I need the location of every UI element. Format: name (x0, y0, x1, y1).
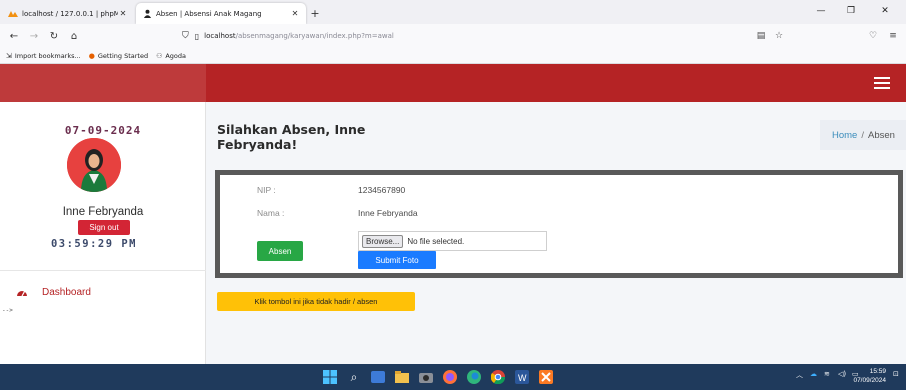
firefox-icon[interactable] (442, 369, 458, 385)
back-icon[interactable]: ← (4, 26, 24, 46)
edge-icon[interactable] (466, 369, 482, 385)
restore-icon[interactable]: ❐ (836, 3, 866, 19)
nama-label: Nama : (257, 208, 285, 218)
current-date: 07-09-2024 (64, 124, 142, 137)
reload-icon[interactable]: ↻ (44, 26, 64, 46)
sidebar: 07-09-2024 Inne Febryanda Sign out 03:59… (0, 102, 206, 364)
url-path: /absenmagang/karyawan/index.php?m=awal (235, 32, 394, 40)
phpmyadmin-icon (8, 9, 18, 19)
search-icon[interactable]: ⌕ (346, 369, 362, 385)
brand-area (0, 64, 206, 102)
taskbar-time: 15:59 (869, 368, 886, 375)
signout-button[interactable]: Sign out (78, 220, 130, 235)
close-icon[interactable]: ✕ (118, 9, 128, 18)
nama-value: Inne Febryanda (358, 208, 418, 218)
attendance-form-card: NIP : 1234567890 Nama : Inne Febryanda A… (215, 170, 903, 278)
new-tab-button[interactable]: + (306, 3, 324, 24)
nip-label: NIP : (257, 185, 276, 195)
app-header (0, 64, 906, 102)
wifi-icon[interactable]: ≋ (824, 370, 830, 378)
bookmark-getting-started[interactable]: ● Getting Started (89, 52, 148, 60)
tab-label: localhost / 127.0.0.1 | phpMyAd (22, 9, 118, 18)
word-icon[interactable]: W (514, 369, 530, 385)
reader-view-icon[interactable]: ▤ (752, 27, 770, 45)
taskbar: ⌕ W ︿ ☁ ≋ ◁) ▭ 15:59 07/09/2024 ⊡ (0, 364, 906, 390)
url-host: localhost (204, 32, 236, 40)
browser-tab-strip: localhost / 127.0.0.1 | phpMyAd ✕ Absen … (0, 0, 906, 24)
user-name: Inne Febryanda (62, 206, 144, 218)
breadcrumb-home[interactable]: Home (832, 130, 857, 141)
browser-navbar: ← → ↻ ⌂ ⛉ ▯ localhost/absenmagang/karyaw… (0, 24, 906, 48)
bookmark-agoda[interactable]: ⚇ Agoda (156, 52, 186, 60)
breadcrumb-current: Absen (867, 129, 895, 141)
xampp-icon[interactable] (538, 369, 554, 385)
page-icon: ▯ (194, 31, 200, 41)
sidebar-item-label: Dashboard (42, 286, 91, 298)
agoda-icon: ⚇ (156, 51, 163, 60)
taskbar-date: 07/09/2024 (853, 377, 886, 384)
sidebar-divider (0, 270, 206, 271)
bookmark-import[interactable]: ⇲ Import bookmarks... (6, 52, 81, 60)
home-icon[interactable]: ⌂ (64, 26, 84, 46)
submit-photo-button[interactable]: Submit Foto (358, 251, 436, 269)
notification-icon[interactable]: ⊡ (893, 370, 899, 378)
bookmarks-bar: ⇲ Import bookmarks... ● Getting Started … (0, 48, 906, 64)
person-icon (142, 9, 152, 19)
close-window-icon[interactable]: ✕ (870, 3, 900, 19)
tray-chevron-icon[interactable]: ︿ (796, 370, 803, 380)
page-title: Silahkan Absen, Inne Febryanda! (217, 122, 366, 152)
forward-icon[interactable]: → (24, 26, 44, 46)
file-explorer-icon[interactable] (394, 369, 410, 385)
sidebar-arrow-text: --> (2, 307, 13, 314)
weather-icon[interactable]: ☁ (810, 370, 817, 378)
breadcrumb: Home / Absen (820, 120, 906, 150)
pocket-icon[interactable]: ♡ (864, 27, 882, 45)
hamburger-menu-icon[interactable] (874, 77, 890, 89)
firefox-icon: ● (88, 51, 95, 60)
chrome-icon[interactable] (490, 369, 506, 385)
camera-icon[interactable] (418, 369, 434, 385)
nip-value: 1234567890 (358, 185, 406, 195)
windows-start-icon[interactable] (322, 369, 338, 385)
tab-phpmyadmin[interactable]: localhost / 127.0.0.1 | phpMyAd ✕ (2, 3, 134, 24)
photo-file-input[interactable]: Browse... No file selected. (358, 231, 547, 251)
tab-absen[interactable]: Absen | Absensi Anak Magang ✕ (136, 3, 306, 24)
avatar (67, 138, 121, 192)
volume-icon[interactable]: ◁) (838, 370, 846, 378)
taskbar-clock[interactable]: 15:59 07/09/2024 (853, 367, 886, 385)
sidebar-item-dashboard[interactable]: Dashboard (16, 286, 91, 298)
absen-button[interactable]: Absen (257, 241, 303, 261)
shield-icon[interactable]: ⛉ (182, 31, 189, 41)
address-bar[interactable]: ⛉ ▯ localhost/absenmagang/karyawan/index… (182, 27, 782, 45)
current-time: 03:59:29 PM (50, 238, 138, 250)
tab-label: Absen | Absensi Anak Magang (156, 9, 262, 18)
main-content: Silahkan Absen, Inne Febryanda! Home / A… (207, 102, 906, 364)
extensions-icon[interactable]: ≡ (884, 27, 902, 45)
bookmark-star-icon[interactable]: ☆ (770, 27, 788, 45)
import-icon: ⇲ (6, 51, 12, 60)
bookmark-label: Agoda (165, 51, 187, 60)
dashboard-icon (16, 286, 28, 298)
widgets-icon[interactable] (370, 369, 386, 385)
bookmark-label: Import bookmarks... (14, 51, 81, 60)
minimize-icon[interactable]: — (806, 3, 836, 19)
svg-text:W: W (518, 373, 527, 383)
mark-absent-button[interactable]: Klik tombol ini jika tidak hadir / absen (217, 292, 415, 311)
bookmark-label: Getting Started (97, 51, 149, 60)
file-status: No file selected. (407, 236, 465, 246)
breadcrumb-separator: / (861, 129, 864, 141)
browse-button[interactable]: Browse... (362, 234, 404, 248)
close-icon[interactable]: ✕ (290, 9, 300, 18)
